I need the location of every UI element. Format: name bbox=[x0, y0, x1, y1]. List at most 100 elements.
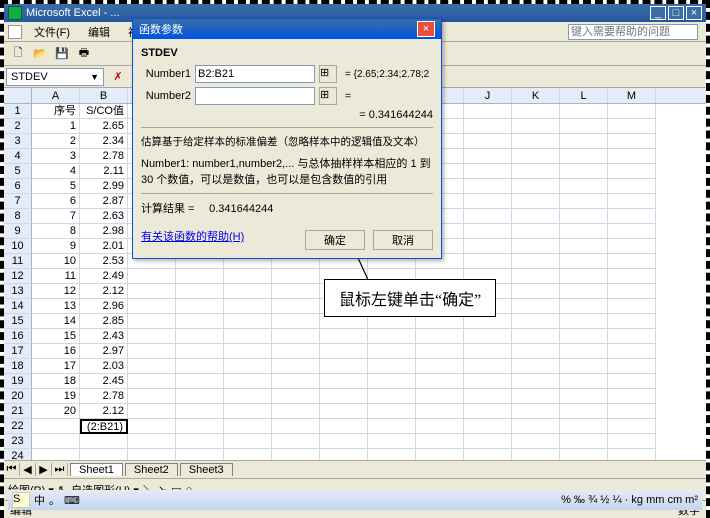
cell[interactable] bbox=[608, 389, 656, 404]
print-icon[interactable]: 🖶 bbox=[74, 44, 94, 64]
col-header-L[interactable]: L bbox=[560, 88, 608, 103]
cell[interactable]: 2.12 bbox=[80, 404, 128, 419]
cell[interactable] bbox=[368, 449, 416, 460]
cancel-formula-button[interactable]: ✗ bbox=[110, 70, 126, 83]
cell[interactable] bbox=[560, 254, 608, 269]
cell[interactable] bbox=[272, 269, 320, 284]
cell[interactable]: 2.45 bbox=[80, 374, 128, 389]
cell[interactable] bbox=[560, 149, 608, 164]
cell[interactable] bbox=[320, 449, 368, 460]
new-icon[interactable]: 🗋 bbox=[8, 44, 28, 64]
open-icon[interactable]: 📂 bbox=[30, 44, 50, 64]
cell[interactable] bbox=[320, 419, 368, 434]
next-sheet-button[interactable]: ▶ bbox=[36, 463, 52, 476]
row-header[interactable]: 24 bbox=[4, 449, 32, 460]
cell[interactable] bbox=[224, 269, 272, 284]
cell[interactable]: 2.11 bbox=[80, 164, 128, 179]
cell[interactable] bbox=[224, 374, 272, 389]
cell[interactable] bbox=[512, 344, 560, 359]
cell[interactable]: 2.43 bbox=[80, 329, 128, 344]
cell[interactable] bbox=[560, 344, 608, 359]
unit-symbols[interactable]: % ‰ ¾ ½ ¼ · kg mm cm m² bbox=[561, 494, 698, 506]
ref-collapse-icon[interactable]: ⊞ bbox=[319, 65, 337, 83]
cell[interactable] bbox=[560, 104, 608, 119]
row-header[interactable]: 2 bbox=[4, 119, 32, 134]
close-button[interactable]: × bbox=[686, 6, 702, 20]
cell[interactable] bbox=[80, 434, 128, 449]
cell[interactable] bbox=[224, 449, 272, 460]
cell[interactable] bbox=[464, 149, 512, 164]
cell[interactable] bbox=[560, 449, 608, 460]
cell[interactable] bbox=[608, 254, 656, 269]
row-header[interactable]: 16 bbox=[4, 329, 32, 344]
maximize-button[interactable]: □ bbox=[668, 6, 684, 20]
row-header[interactable]: 13 bbox=[4, 284, 32, 299]
save-icon[interactable]: 💾 bbox=[52, 44, 72, 64]
cell[interactable]: 2.85 bbox=[80, 314, 128, 329]
cell[interactable] bbox=[512, 239, 560, 254]
cell[interactable] bbox=[560, 404, 608, 419]
cell[interactable]: 2.98 bbox=[80, 224, 128, 239]
row-header[interactable]: 9 bbox=[4, 224, 32, 239]
cell[interactable] bbox=[512, 284, 560, 299]
cell[interactable] bbox=[368, 404, 416, 419]
cell[interactable] bbox=[464, 239, 512, 254]
row-header[interactable]: 6 bbox=[4, 179, 32, 194]
cell[interactable] bbox=[464, 374, 512, 389]
cell[interactable] bbox=[608, 419, 656, 434]
cell[interactable] bbox=[512, 419, 560, 434]
cell[interactable] bbox=[128, 404, 176, 419]
cell[interactable] bbox=[368, 434, 416, 449]
cell[interactable] bbox=[512, 149, 560, 164]
cell[interactable] bbox=[464, 449, 512, 460]
function-help-link[interactable]: 有关该函数的帮助(H) bbox=[141, 228, 244, 244]
cell[interactable] bbox=[560, 239, 608, 254]
cell[interactable] bbox=[320, 359, 368, 374]
cell[interactable] bbox=[176, 434, 224, 449]
number1-input[interactable] bbox=[195, 65, 315, 83]
cell[interactable] bbox=[608, 194, 656, 209]
cell[interactable] bbox=[512, 104, 560, 119]
cell[interactable] bbox=[128, 284, 176, 299]
cell[interactable] bbox=[512, 224, 560, 239]
menu-edit[interactable]: 编辑 bbox=[82, 24, 116, 40]
cell[interactable] bbox=[608, 239, 656, 254]
cell[interactable] bbox=[272, 344, 320, 359]
cell[interactable] bbox=[512, 359, 560, 374]
cell[interactable] bbox=[320, 389, 368, 404]
cell[interactable] bbox=[320, 344, 368, 359]
cell[interactable] bbox=[272, 299, 320, 314]
cell[interactable] bbox=[368, 329, 416, 344]
cell[interactable] bbox=[464, 329, 512, 344]
cell[interactable] bbox=[272, 449, 320, 460]
cell[interactable] bbox=[560, 134, 608, 149]
cancel-button[interactable]: 取消 bbox=[373, 230, 433, 250]
cell[interactable] bbox=[176, 449, 224, 460]
cell[interactable] bbox=[176, 329, 224, 344]
cell[interactable] bbox=[464, 134, 512, 149]
cell[interactable] bbox=[608, 224, 656, 239]
cell[interactable] bbox=[560, 164, 608, 179]
cell[interactable]: 2.78 bbox=[80, 149, 128, 164]
cell[interactable] bbox=[512, 269, 560, 284]
cell[interactable] bbox=[80, 449, 128, 460]
cell[interactable] bbox=[368, 374, 416, 389]
cell[interactable] bbox=[512, 449, 560, 460]
ok-button[interactable]: 确定 bbox=[305, 230, 365, 250]
cell[interactable] bbox=[608, 119, 656, 134]
cell[interactable]: 14 bbox=[32, 314, 80, 329]
col-header-K[interactable]: K bbox=[512, 88, 560, 103]
cell[interactable] bbox=[176, 314, 224, 329]
cell[interactable] bbox=[608, 344, 656, 359]
cell[interactable]: 2.65 bbox=[80, 119, 128, 134]
cell[interactable] bbox=[560, 224, 608, 239]
cell[interactable] bbox=[320, 374, 368, 389]
dialog-close-button[interactable]: × bbox=[417, 21, 435, 37]
cell[interactable]: 20 bbox=[32, 404, 80, 419]
row-header[interactable]: 15 bbox=[4, 314, 32, 329]
cell[interactable]: 2.49 bbox=[80, 269, 128, 284]
cell[interactable]: 13 bbox=[32, 299, 80, 314]
cell[interactable]: 2.97 bbox=[80, 344, 128, 359]
cell[interactable] bbox=[464, 164, 512, 179]
row-header[interactable]: 23 bbox=[4, 434, 32, 449]
